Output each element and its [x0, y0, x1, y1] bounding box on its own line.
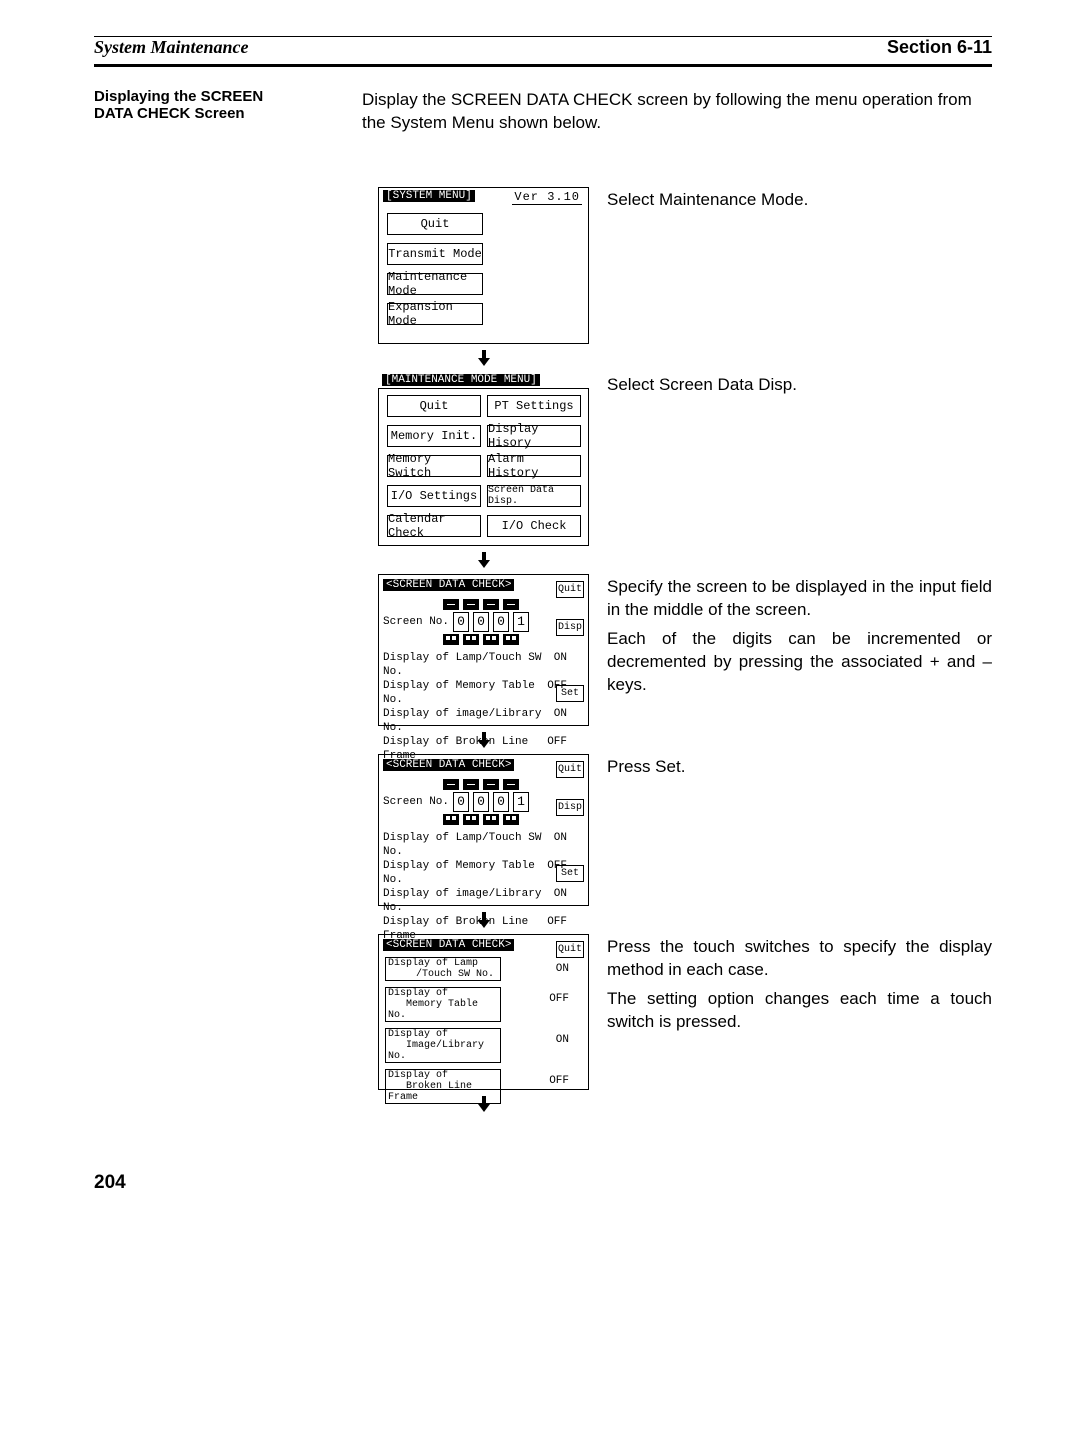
digit-plus-button[interactable] [503, 634, 519, 645]
option-row: Display of Memory Table No.OFF [383, 859, 567, 887]
sdc-quit-button[interactable]: Quit [556, 941, 584, 958]
digit-input[interactable]: 0 [453, 792, 469, 812]
screen-no-label: Screen No. [383, 796, 449, 808]
sdc-set-button[interactable]: Set [556, 865, 584, 882]
digit-minus-button[interactable] [503, 599, 519, 610]
digit-input[interactable]: 1 [513, 792, 529, 812]
digit-plus-button[interactable] [463, 814, 479, 825]
maintenance-mode-title: [MAINTENANCE MODE MENU] [382, 374, 540, 386]
down-arrow-icon [378, 350, 589, 366]
panel1-note: Select Maintenance Mode. [607, 187, 992, 212]
option-value: OFF [549, 987, 569, 1022]
screen-data-check-panel-3: <SCREEN DATA CHECK> Quit Display of Lamp… [378, 934, 589, 1090]
digit-minus-button[interactable] [443, 779, 459, 790]
digit-plus-button[interactable] [463, 634, 479, 645]
digit-minus-button[interactable] [463, 599, 479, 610]
header-rule [94, 64, 992, 67]
digit-plus-button[interactable] [483, 634, 499, 645]
mm-io-check[interactable]: I/O Check [487, 515, 581, 537]
option-row: Display of Lamp/Touch SW No.ON [383, 831, 567, 859]
option-value: ON [556, 1028, 569, 1063]
option-row: Display of image/Library No.ON [383, 887, 567, 915]
touch-switch-lamp[interactable]: Display of Lamp/Touch SW No. [385, 957, 501, 981]
option-row: Display of Memory Table No.OFF [383, 679, 567, 707]
screen-data-check-panel-2: <SCREEN DATA CHECK> Quit Disp Set Screen… [378, 754, 589, 906]
side-heading-line2: DATA CHECK Screen [94, 105, 245, 122]
mm-screen-data-disp[interactable]: Screen Data Disp. [487, 485, 581, 507]
mm-memory-switch[interactable]: Memory Switch [387, 455, 481, 477]
maintenance-mode-panel: [MAINTENANCE MODE MENU] Quit PT Settings… [378, 372, 589, 546]
digit-plus-button[interactable] [443, 814, 459, 825]
touch-switch-image-library[interactable]: Display ofImage/Library No. [385, 1028, 501, 1063]
panel5-note2: The setting option changes each time a t… [607, 988, 992, 1034]
system-menu-title: [SYSTEM MENU] [383, 190, 475, 202]
digit-minus-button[interactable] [443, 599, 459, 610]
digit-plus-button[interactable] [443, 634, 459, 645]
page-number: 204 [94, 1172, 992, 1194]
digit-plus-button[interactable] [503, 814, 519, 825]
down-arrow-icon [378, 552, 589, 568]
sdc-title: <SCREEN DATA CHECK> [383, 939, 514, 951]
sdc-disp-button[interactable]: Disp [556, 619, 584, 636]
menu-item-transmit-mode[interactable]: Transmit Mode [387, 243, 483, 265]
menu-item-expansion-mode[interactable]: Expansion Mode [387, 303, 483, 325]
digit-input[interactable]: 0 [473, 612, 489, 632]
sdc-quit-button[interactable]: Quit [556, 761, 584, 778]
touch-switch-row: Display of Lamp/Touch SW No. ON [383, 957, 569, 981]
panel3-notes: Specify the screen to be displayed in th… [607, 574, 992, 697]
digit-plus-button[interactable] [483, 814, 499, 825]
sdc-set-button[interactable]: Set [556, 685, 584, 702]
sdc-quit-button[interactable]: Quit [556, 581, 584, 598]
digit-input[interactable]: 1 [513, 612, 529, 632]
panel5-notes: Press the touch switches to specify the … [607, 934, 992, 1034]
digit-minus-button[interactable] [463, 779, 479, 790]
mm-quit[interactable]: Quit [387, 395, 481, 417]
touch-switch-broken-line[interactable]: Display ofBroken Line Frame [385, 1069, 501, 1104]
sdc-title: <SCREEN DATA CHECK> [383, 759, 514, 771]
option-row: Display of image/Library No.ON [383, 707, 567, 735]
screen-data-check-panel-1: <SCREEN DATA CHECK> Quit Disp Set Screen… [378, 574, 589, 726]
digit-input[interactable]: 0 [493, 612, 509, 632]
header-left: System Maintenance [94, 37, 249, 58]
touch-switch-row: Display ofBroken Line Frame OFF [383, 1069, 569, 1104]
mm-memory-init[interactable]: Memory Init. [387, 425, 481, 447]
header-right: Section 6-11 [887, 37, 992, 58]
mm-display-history[interactable]: Display Hisory [487, 425, 581, 447]
screen-no-label: Screen No. [383, 616, 449, 628]
panel2-note: Select Screen Data Disp. [607, 372, 992, 397]
digit-input[interactable]: 0 [493, 792, 509, 812]
side-heading: Displaying the SCREEN DATA CHECK Screen [94, 89, 314, 122]
panel3-note2: Each of the digits can be incremented or… [607, 628, 992, 697]
sdc-disp-button[interactable]: Disp [556, 799, 584, 816]
mm-pt-settings[interactable]: PT Settings [487, 395, 581, 417]
mm-alarm-history[interactable]: Alarm History [487, 455, 581, 477]
intro-text: Display the SCREEN DATA CHECK screen by … [362, 89, 992, 135]
panel5-note1: Press the touch switches to specify the … [607, 936, 992, 982]
menu-item-maintenance-mode[interactable]: Maintenance Mode [387, 273, 483, 295]
option-value: OFF [549, 1069, 569, 1104]
digit-minus-button[interactable] [483, 599, 499, 610]
digit-minus-button[interactable] [503, 779, 519, 790]
digit-minus-button[interactable] [483, 779, 499, 790]
sdc-title: <SCREEN DATA CHECK> [383, 579, 514, 591]
option-value: ON [556, 957, 569, 981]
digit-input[interactable]: 0 [453, 612, 469, 632]
touch-switch-memory-table[interactable]: Display ofMemory Table No. [385, 987, 501, 1022]
panel3-note1: Specify the screen to be displayed in th… [607, 576, 992, 622]
option-row: Display of Lamp/Touch SW No.ON [383, 651, 567, 679]
touch-switch-row: Display ofImage/Library No. ON [383, 1028, 569, 1063]
system-menu-panel: [SYSTEM MENU] Ver 3.10 Quit Transmit Mod… [378, 187, 589, 344]
side-heading-line1: Displaying the SCREEN [94, 88, 263, 105]
panel4-note: Press Set. [607, 754, 992, 779]
mm-io-settings[interactable]: I/O Settings [387, 485, 481, 507]
menu-item-quit[interactable]: Quit [387, 213, 483, 235]
system-menu-version: Ver 3.10 [512, 190, 582, 205]
running-header: System Maintenance Section 6-11 [94, 36, 992, 62]
digit-input[interactable]: 0 [473, 792, 489, 812]
mm-calendar-check[interactable]: Calendar Check [387, 515, 481, 537]
touch-switch-row: Display ofMemory Table No. OFF [383, 987, 569, 1022]
